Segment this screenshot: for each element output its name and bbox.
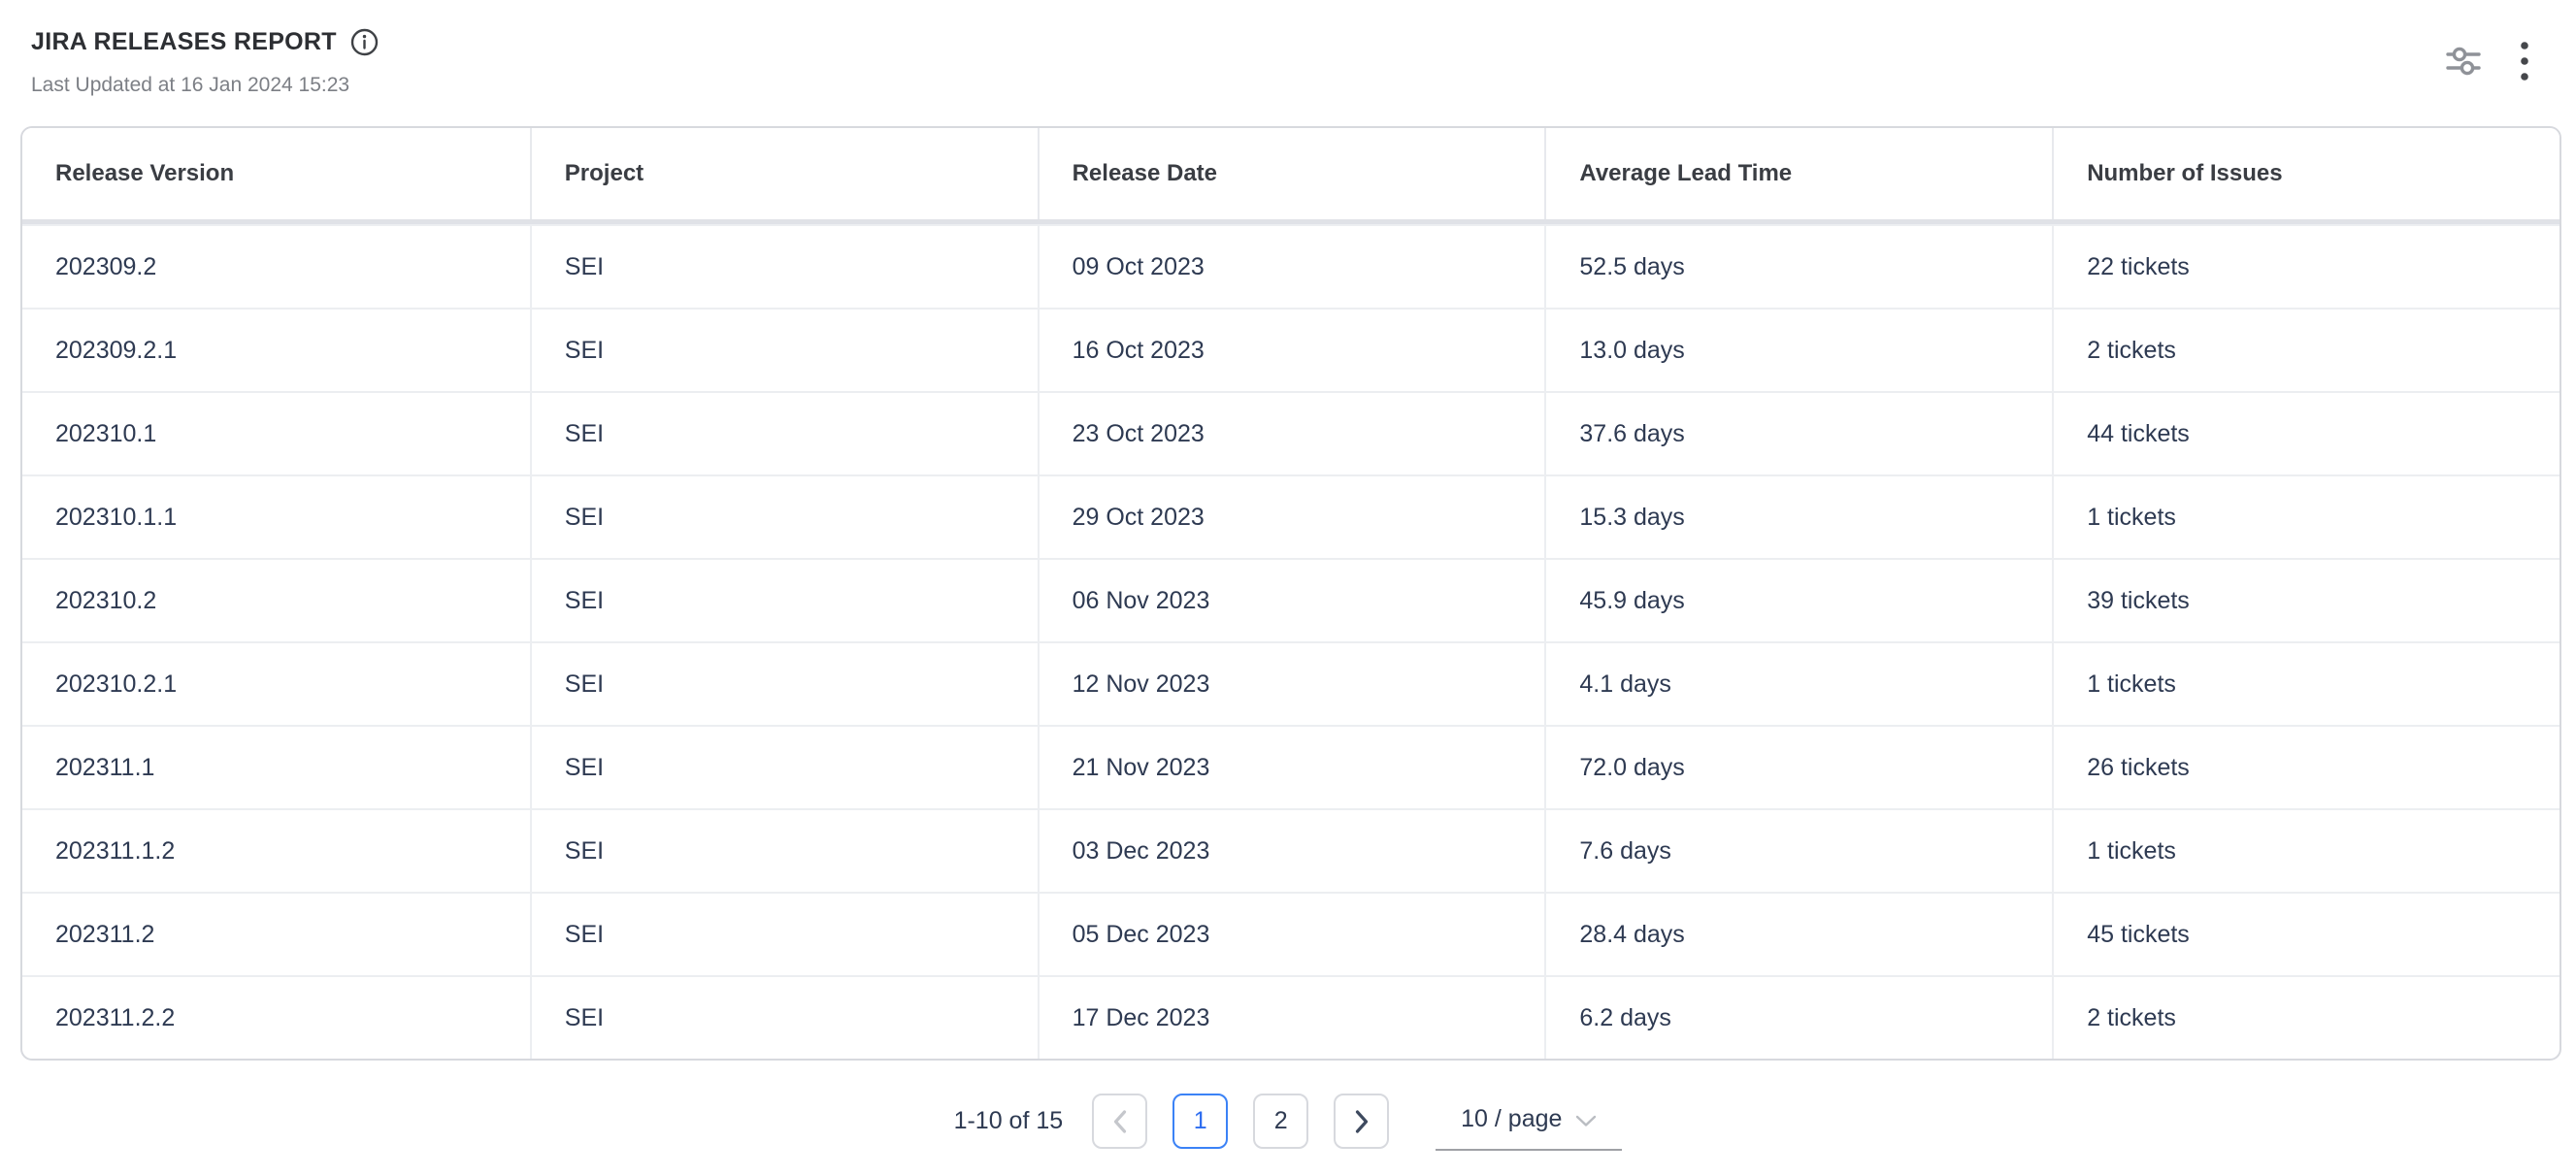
cell-number-of-issues: 45 tickets xyxy=(2052,894,2559,975)
cell-average-lead-time: 52.5 days xyxy=(1544,226,2052,308)
table-row: 202311.2 SEI 05 Dec 2023 28.4 days 45 ti… xyxy=(22,892,2559,975)
table-row: 202309.2 SEI 09 Oct 2023 52.5 days 22 ti… xyxy=(22,224,2559,308)
cell-release-version: 202310.2 xyxy=(22,560,530,641)
cell-project: SEI xyxy=(530,894,1038,975)
pagination-range-label: 1-10 of 15 xyxy=(954,1107,1064,1135)
cell-average-lead-time: 13.0 days xyxy=(1544,310,2052,391)
table-row: 202310.2 SEI 06 Nov 2023 45.9 days 39 ti… xyxy=(22,558,2559,641)
cell-release-date: 12 Nov 2023 xyxy=(1038,643,1545,725)
chevron-left-icon xyxy=(1111,1108,1129,1135)
info-icon[interactable] xyxy=(350,28,379,56)
cell-average-lead-time: 15.3 days xyxy=(1544,476,2052,558)
cell-average-lead-time: 28.4 days xyxy=(1544,894,2052,975)
cell-number-of-issues: 22 tickets xyxy=(2052,226,2559,308)
page-2-button[interactable]: 2 xyxy=(1253,1094,1308,1149)
cell-average-lead-time: 45.9 days xyxy=(1544,560,2052,641)
table-header-row: Release Version Project Release Date Ave… xyxy=(22,128,2559,224)
cell-number-of-issues: 1 tickets xyxy=(2052,643,2559,725)
cell-release-version: 202311.1 xyxy=(22,727,530,808)
cell-release-version: 202310.1 xyxy=(22,393,530,474)
widget-actions xyxy=(2446,41,2529,82)
cell-project: SEI xyxy=(530,643,1038,725)
cell-release-date: 03 Dec 2023 xyxy=(1038,810,1545,892)
prev-page-button[interactable] xyxy=(1092,1094,1147,1149)
table-row: 202310.1 SEI 23 Oct 2023 37.6 days 44 ti… xyxy=(22,391,2559,474)
cell-number-of-issues: 1 tickets xyxy=(2052,810,2559,892)
cell-release-date: 05 Dec 2023 xyxy=(1038,894,1545,975)
cell-number-of-issues: 2 tickets xyxy=(2052,310,2559,391)
column-header-release-version: Release Version xyxy=(22,128,530,219)
cell-project: SEI xyxy=(530,476,1038,558)
page-1-button[interactable]: 1 xyxy=(1172,1094,1228,1149)
cell-release-version: 202310.2.1 xyxy=(22,643,530,725)
report-header: JIRA RELEASES REPORT Last Updated at 16 … xyxy=(0,0,2576,100)
cell-release-date: 29 Oct 2023 xyxy=(1038,476,1545,558)
kebab-menu-icon[interactable] xyxy=(2520,41,2529,82)
cell-release-version: 202309.2 xyxy=(22,226,530,308)
chevron-down-icon xyxy=(1575,1115,1597,1127)
cell-project: SEI xyxy=(530,727,1038,808)
cell-number-of-issues: 44 tickets xyxy=(2052,393,2559,474)
cell-project: SEI xyxy=(530,393,1038,474)
cell-release-version: 202311.2 xyxy=(22,894,530,975)
pagination: 1-10 of 15 1 2 10 / page xyxy=(0,1092,2576,1151)
chevron-right-icon xyxy=(1353,1108,1371,1135)
cell-release-date: 21 Nov 2023 xyxy=(1038,727,1545,808)
cell-release-date: 09 Oct 2023 xyxy=(1038,226,1545,308)
cell-release-date: 17 Dec 2023 xyxy=(1038,977,1545,1059)
cell-project: SEI xyxy=(530,977,1038,1059)
table-row: 202311.2.2 SEI 17 Dec 2023 6.2 days 2 ti… xyxy=(22,975,2559,1059)
cell-project: SEI xyxy=(530,560,1038,641)
cell-average-lead-time: 37.6 days xyxy=(1544,393,2052,474)
jira-releases-report-widget: JIRA RELEASES REPORT Last Updated at 16 … xyxy=(0,0,2576,1176)
cell-number-of-issues: 2 tickets xyxy=(2052,977,2559,1059)
table-row: 202310.2.1 SEI 12 Nov 2023 4.1 days 1 ti… xyxy=(22,641,2559,725)
cell-project: SEI xyxy=(530,226,1038,308)
cell-release-date: 16 Oct 2023 xyxy=(1038,310,1545,391)
page-title: JIRA RELEASES REPORT xyxy=(31,25,337,58)
cell-release-date: 23 Oct 2023 xyxy=(1038,393,1545,474)
table-body: 202309.2 SEI 09 Oct 2023 52.5 days 22 ti… xyxy=(22,224,2559,1059)
cell-number-of-issues: 1 tickets xyxy=(2052,476,2559,558)
cell-project: SEI xyxy=(530,310,1038,391)
last-updated-text: Last Updated at 16 Jan 2024 15:23 xyxy=(31,71,379,100)
table-row: 202311.1 SEI 21 Nov 2023 72.0 days 26 ti… xyxy=(22,725,2559,808)
table-row: 202311.1.2 SEI 03 Dec 2023 7.6 days 1 ti… xyxy=(22,808,2559,892)
cell-release-version: 202309.2.1 xyxy=(22,310,530,391)
cell-number-of-issues: 26 tickets xyxy=(2052,727,2559,808)
releases-table: Release Version Project Release Date Ave… xyxy=(20,126,2561,1061)
column-header-release-date: Release Date xyxy=(1038,128,1545,219)
cell-release-version: 202311.1.2 xyxy=(22,810,530,892)
cell-project: SEI xyxy=(530,810,1038,892)
cell-release-version: 202310.1.1 xyxy=(22,476,530,558)
cell-average-lead-time: 72.0 days xyxy=(1544,727,2052,808)
cell-release-date: 06 Nov 2023 xyxy=(1038,560,1545,641)
cell-release-version: 202311.2.2 xyxy=(22,977,530,1059)
column-header-project: Project xyxy=(530,128,1038,219)
cell-average-lead-time: 6.2 days xyxy=(1544,977,2052,1059)
column-header-average-lead-time: Average Lead Time xyxy=(1544,128,2052,219)
filter-sliders-icon[interactable] xyxy=(2446,46,2481,77)
title-block: JIRA RELEASES REPORT Last Updated at 16 … xyxy=(31,25,379,100)
cell-number-of-issues: 39 tickets xyxy=(2052,560,2559,641)
next-page-button[interactable] xyxy=(1334,1094,1389,1149)
table-row: 202310.1.1 SEI 29 Oct 2023 15.3 days 1 t… xyxy=(22,474,2559,558)
column-header-number-of-issues: Number of Issues xyxy=(2052,128,2559,219)
cell-average-lead-time: 7.6 days xyxy=(1544,810,2052,892)
cell-average-lead-time: 4.1 days xyxy=(1544,643,2052,725)
page-size-label: 10 / page xyxy=(1461,1105,1562,1133)
table-row: 202309.2.1 SEI 16 Oct 2023 13.0 days 2 t… xyxy=(22,308,2559,391)
page-size-select[interactable]: 10 / page xyxy=(1436,1092,1622,1151)
